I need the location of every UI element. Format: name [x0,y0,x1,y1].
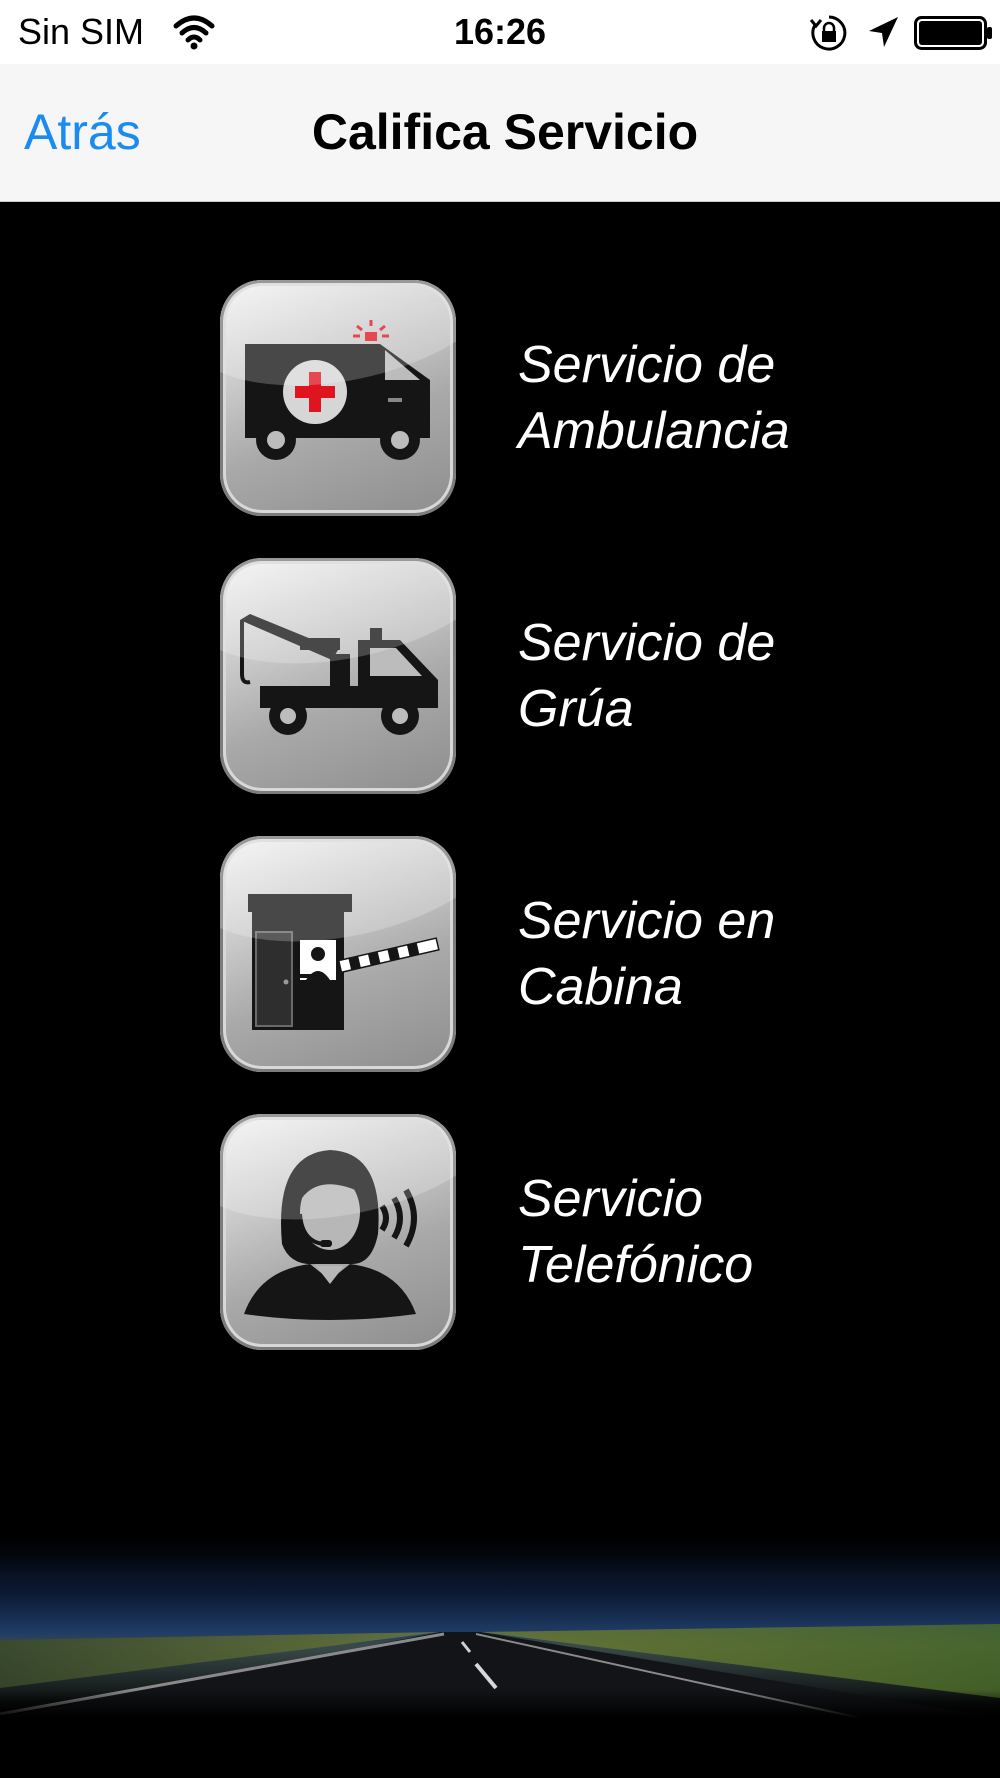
toll-booth-icon [248,894,440,1030]
call-center-agent-icon [244,1150,417,1320]
service-ambulance-label-line2: Ambulancia [518,402,790,460]
navigation-bar: Atrás Califica Servicio [0,64,1000,202]
ambulance-icon [245,320,430,460]
status-time: 16:26 [453,11,547,52]
road-background-image [0,1528,1000,1718]
screen: Sin SIM 16:26 Atrás Califica Servicio Se… [0,0,1000,1778]
service-ambulance-button[interactable] [220,280,456,516]
service-tow-label: Servicio de Grúa [518,610,938,742]
service-booth-label-line2: Cabina [518,958,683,1016]
rotation-lock-icon [810,15,847,51]
tow-truck-icon [240,614,438,735]
service-tow-label-line2: Grúa [518,680,634,738]
service-tow-row[interactable]: Servicio de Grúa [0,558,1000,798]
service-tow-button[interactable] [220,558,456,794]
page-title: Califica Servicio [311,104,699,160]
service-tow-label-line1: Servicio de [518,614,776,672]
service-phone-label-line1: Servicio [518,1170,703,1228]
service-booth-button[interactable] [220,836,456,1072]
service-booth-row[interactable]: Servicio en Cabina [0,836,1000,1076]
service-booth-label: Servicio en Cabina [518,888,938,1020]
service-booth-label-line1: Servicio en [518,892,776,950]
service-phone-button[interactable] [220,1114,456,1350]
status-bar: Sin SIM 16:26 [0,0,1000,64]
location-arrow-icon [869,17,898,47]
battery-icon [914,16,992,50]
service-ambulance-label-line1: Servicio de [518,336,776,394]
service-ambulance-label: Servicio de Ambulancia [518,332,938,464]
service-phone-row[interactable]: Servicio Telefónico [0,1114,1000,1354]
service-phone-label: Servicio Telefónico [518,1166,938,1298]
service-ambulance-row[interactable]: Servicio de Ambulancia [0,280,1000,520]
service-list: Servicio de Ambulancia Servicio de Grúa … [0,202,1000,1778]
service-phone-label-line2: Telefónico [518,1236,754,1294]
